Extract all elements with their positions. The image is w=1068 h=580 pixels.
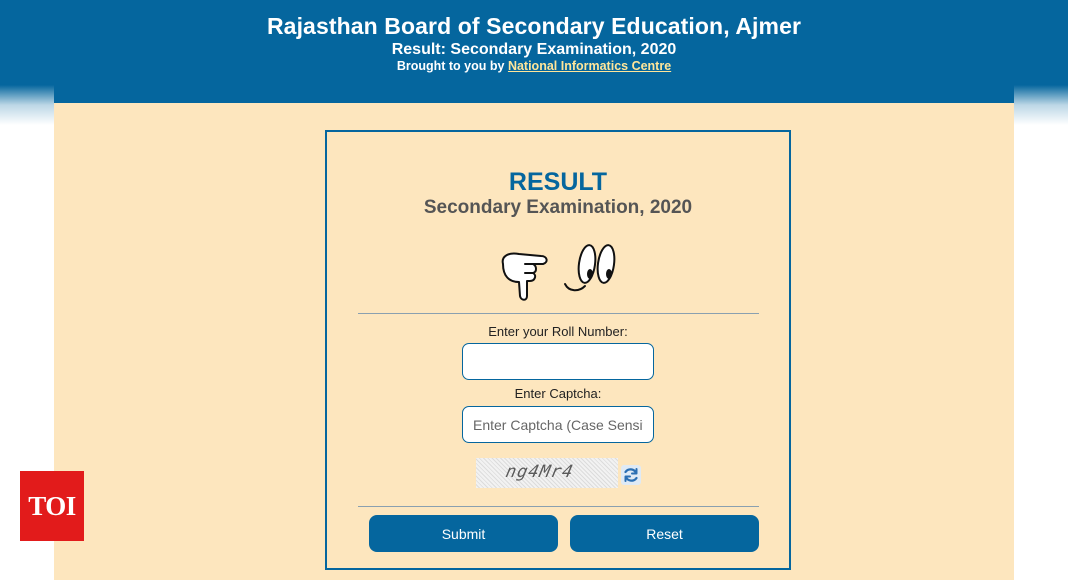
right-edge-fade xyxy=(1014,0,1068,580)
exam-subheading: Secondary Examination, 2020 xyxy=(423,197,693,218)
credit-prefix: Brought to you by xyxy=(396,59,505,73)
result-subtitle: Result: Secondary Examination, 2020 xyxy=(391,41,677,58)
credit-line: Brought to you by National Informatics C… xyxy=(54,59,1014,73)
captcha-text: ng4Mr4 xyxy=(503,462,576,482)
pointing-hand-and-eyes-icon xyxy=(501,244,616,301)
top-divider xyxy=(358,313,759,314)
site-header: Rajasthan Board of Secondary Education, … xyxy=(54,0,1014,103)
captcha-label: Enter Captcha: xyxy=(514,386,602,401)
refresh-icon[interactable] xyxy=(621,465,641,485)
toi-logo: TOI xyxy=(20,471,84,541)
captcha-input[interactable] xyxy=(462,406,654,443)
roll-number-label: Enter your Roll Number: xyxy=(488,324,628,339)
page-container: Rajasthan Board of Secondary Education, … xyxy=(54,0,1014,580)
reset-button[interactable]: Reset xyxy=(570,515,759,552)
captcha-image: ng4Mr4 xyxy=(476,458,618,488)
roll-number-input[interactable] xyxy=(462,343,654,380)
submit-button[interactable]: Submit xyxy=(369,515,558,552)
board-title: Rajasthan Board of Secondary Education, … xyxy=(266,13,802,39)
nic-link[interactable]: National Informatics Centre xyxy=(508,59,671,73)
result-heading: RESULT xyxy=(508,168,608,196)
bottom-divider xyxy=(358,506,759,507)
result-form-card: RESULT Secondary Examination, 2020 Enter… xyxy=(325,130,791,570)
